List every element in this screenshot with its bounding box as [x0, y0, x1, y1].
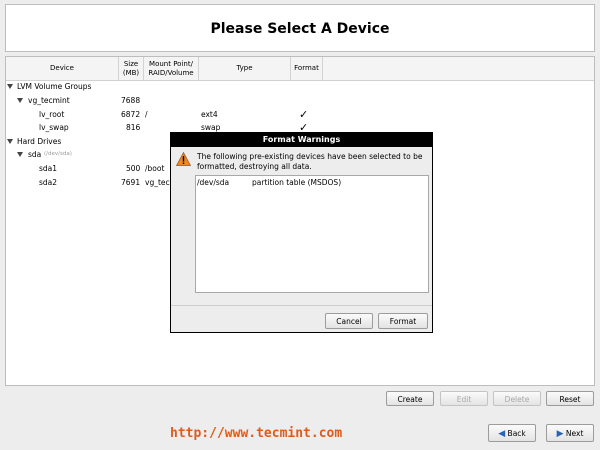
device-mount: /	[145, 110, 148, 119]
device-mount: /boot	[145, 164, 165, 173]
expander-down-icon[interactable]	[7, 139, 13, 144]
reset-button[interactable]: Reset	[546, 391, 594, 406]
device-path: (/dev/sda)	[44, 151, 72, 157]
next-arrow-icon: ▶	[556, 429, 564, 439]
device-size: 7691	[121, 178, 141, 187]
dialog-separator	[171, 305, 432, 306]
column-device[interactable]: Device	[6, 57, 119, 80]
back-button[interactable]: ◀ Back	[488, 424, 536, 442]
expander-down-icon[interactable]	[7, 84, 13, 89]
create-button[interactable]: Create	[386, 391, 434, 406]
column-format[interactable]: Format	[291, 57, 323, 80]
expander-down-icon[interactable]	[17, 98, 23, 103]
list-item-description: partition table (MSDOS)	[252, 178, 342, 187]
device-label: lv_root	[39, 110, 65, 119]
watermark-url: http://www.tecmint.com	[170, 426, 343, 441]
column-type[interactable]: Type	[199, 57, 291, 80]
list-item[interactable]: /dev/sda partition table (MSDOS)	[196, 176, 428, 189]
device-label: sda1	[39, 164, 58, 173]
device-mount: vg_tec	[145, 178, 170, 187]
device-size: 6872	[121, 110, 141, 119]
tree-row-lvm-volume-groups[interactable]: LVM Volume Groups	[6, 80, 594, 93]
device-size: 7688	[121, 96, 141, 105]
back-arrow-icon: ◀	[498, 429, 506, 439]
column-mount[interactable]: Mount Point/ RAID/Volume	[144, 57, 199, 80]
tree-row-lv-root[interactable]: lv_root 6872 / ext4 ✓	[6, 108, 594, 121]
format-warnings-dialog: Format Warnings The following pre-existi…	[170, 132, 433, 333]
back-label: Back	[507, 429, 526, 438]
device-size: 500	[126, 164, 141, 173]
device-label: sda	[28, 150, 42, 159]
expander-down-icon[interactable]	[17, 152, 23, 157]
next-button[interactable]: ▶ Next	[546, 424, 594, 442]
tree-row-vg-tecmint[interactable]: vg_tecmint 7688	[6, 94, 594, 107]
dialog-message: The following pre-existing devices have …	[197, 152, 423, 171]
list-item-device: /dev/sda	[197, 178, 230, 187]
format-check-icon: ✓	[299, 108, 309, 121]
next-label: Next	[565, 429, 584, 438]
edit-button[interactable]: Edit	[440, 391, 488, 406]
device-size: 816	[126, 123, 141, 132]
column-size[interactable]: Size (MB)	[119, 57, 144, 80]
header-banner: Please Select A Device	[5, 4, 595, 52]
column-header: Device Size (MB) Mount Point/ RAID/Volum…	[6, 57, 594, 81]
cancel-button[interactable]: Cancel	[325, 313, 373, 329]
delete-button[interactable]: Delete	[493, 391, 541, 406]
page-title: Please Select A Device	[210, 21, 390, 37]
device-label: lv_swap	[39, 123, 69, 132]
warning-icon	[176, 152, 191, 166]
device-type: ext4	[201, 110, 218, 119]
group-label: LVM Volume Groups	[17, 82, 92, 91]
device-label: sda2	[39, 178, 58, 187]
device-label: vg_tecmint	[28, 96, 70, 105]
device-list[interactable]: /dev/sda partition table (MSDOS)	[195, 175, 429, 293]
format-button[interactable]: Format	[378, 313, 428, 329]
dialog-title: Format Warnings	[171, 133, 432, 147]
group-label: Hard Drives	[17, 137, 62, 146]
